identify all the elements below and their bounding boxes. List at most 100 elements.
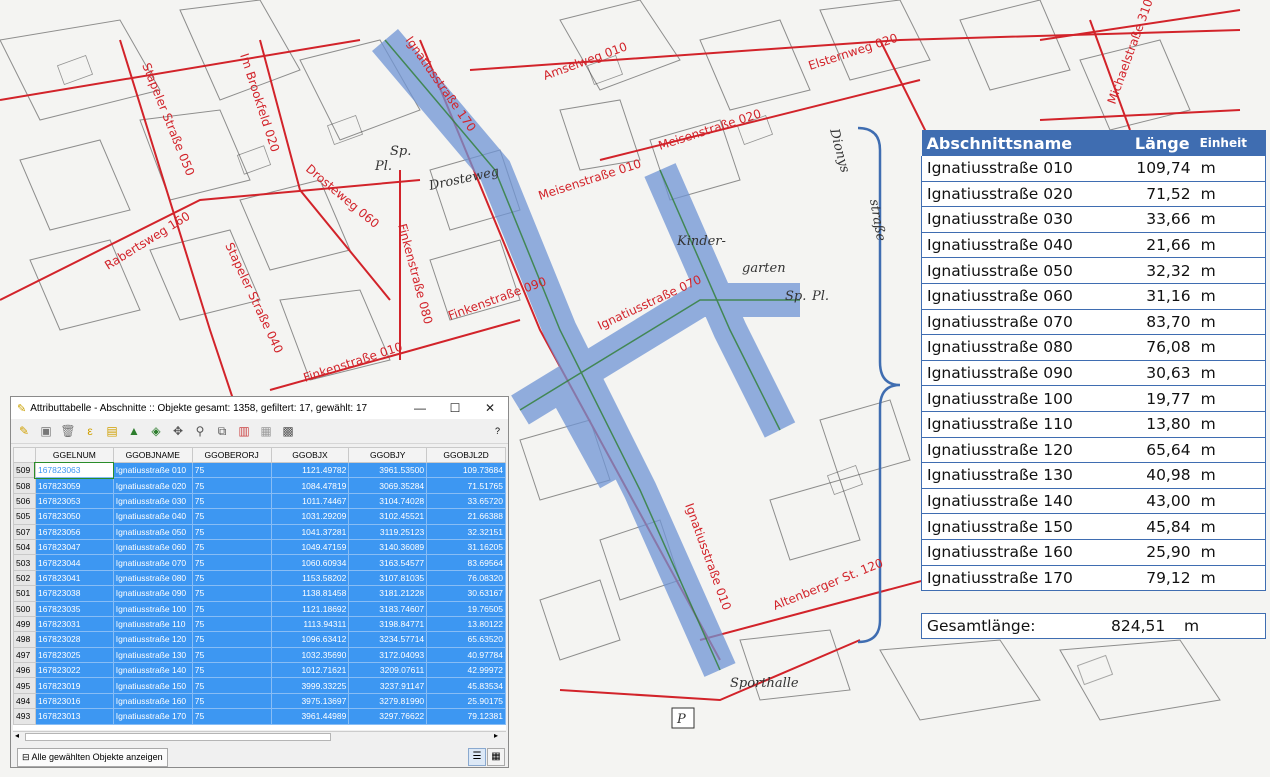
table-cell[interactable]: 3172.04093	[348, 646, 428, 664]
copy-icon[interactable]: ⧉	[213, 422, 231, 440]
table-cell[interactable]: Ignatiusstraße 060	[112, 538, 193, 556]
table-cell[interactable]: 1096.63412	[270, 631, 350, 648]
table-cell[interactable]: 3107.81035	[348, 569, 428, 587]
column-header[interactable]: GGOBJX	[270, 447, 350, 463]
table-cell[interactable]: 167823022	[34, 662, 114, 679]
table-cell[interactable]: 3119.25123	[348, 523, 428, 540]
table-cell[interactable]: 167823025	[34, 646, 114, 664]
table-row[interactable]: 496 167823022 Ignatiusstraße 140 75 1012.716…	[13, 662, 506, 679]
table-cell[interactable]: 75	[191, 631, 272, 648]
table-cell[interactable]: 1041.37281	[270, 523, 350, 540]
table-cell[interactable]: 13.80122	[426, 615, 506, 633]
table-cell[interactable]: 3999.33225	[270, 677, 350, 694]
window-titlebar[interactable]: ✎ Attributtabelle - Abschnitte :: Objekt…	[11, 397, 508, 419]
help-button[interactable]: ?	[495, 426, 500, 436]
table-cell[interactable]: 3961.44989	[270, 708, 350, 725]
table-row[interactable]: 504 167823047 Ignatiusstraße 060 75 1049.471…	[13, 538, 506, 556]
table-cell[interactable]: 83.69564	[426, 554, 506, 571]
new-field-icon[interactable]: ▥	[235, 422, 253, 440]
row-number[interactable]: 509	[13, 461, 36, 479]
scroll-right-icon[interactable]: ▸	[494, 731, 498, 740]
table-cell[interactable]: Ignatiusstraße 100	[112, 600, 193, 617]
table-cell[interactable]: 167823041	[34, 569, 114, 587]
row-number[interactable]: 505	[13, 508, 36, 525]
table-row[interactable]: 495 167823019 Ignatiusstraße 150 75 3999.332…	[13, 677, 506, 694]
table-row[interactable]: 506 167823053 Ignatiusstraße 030 75 1011.744…	[13, 492, 506, 510]
table-row[interactable]: 498 167823028 Ignatiusstraße 120 75 1096.634…	[13, 631, 506, 648]
zoom-to-selection-icon[interactable]: ⚲	[191, 422, 209, 440]
table-cell[interactable]: Ignatiusstraße 170	[112, 708, 193, 725]
table-cell[interactable]: 167823019	[34, 677, 114, 694]
table-cell[interactable]: 1121.18692	[270, 600, 350, 617]
table-cell[interactable]: Ignatiusstraße 090	[112, 585, 193, 602]
delete-field-icon[interactable]: ▦	[257, 422, 275, 440]
table-cell[interactable]: 3279.81990	[348, 692, 428, 710]
table-cell[interactable]: 42.99972	[426, 662, 506, 679]
minimize-button[interactable]: —	[402, 397, 438, 419]
table-cell[interactable]: 40.97784	[426, 646, 506, 664]
table-cell[interactable]: 45.83534	[426, 677, 506, 694]
table-cell[interactable]: 3237.91147	[348, 677, 428, 694]
table-row[interactable]: 493 167823013 Ignatiusstraße 170 75 3961.449…	[13, 708, 506, 725]
attribute-grid[interactable]: GGELNUM GGOBJNAME GGOBERORJ GGOBJX GGOBJY GGO…	[13, 447, 506, 730]
table-row[interactable]: 502 167823041 Ignatiusstraße 080 75 1153.582…	[13, 569, 506, 587]
table-cell[interactable]: 1121.49782	[270, 461, 350, 479]
table-cell[interactable]: 75	[191, 615, 272, 633]
table-cell[interactable]: 75	[191, 677, 272, 694]
table-cell[interactable]: Ignatiusstraße 070	[112, 554, 193, 571]
table-cell[interactable]: Ignatiusstraße 110	[112, 615, 193, 633]
table-cell[interactable]: 75	[191, 492, 272, 510]
row-number[interactable]: 502	[13, 569, 36, 587]
filter-selected-button[interactable]: ⊟ Alle gewählten Objekte anzeigen	[17, 748, 168, 767]
table-cell[interactable]: 167823047	[34, 538, 114, 556]
table-cell[interactable]: 75	[191, 538, 272, 556]
table-row[interactable]: 500 167823035 Ignatiusstraße 100 75 1121.186…	[13, 600, 506, 617]
table-cell[interactable]: Ignatiusstraße 050	[112, 523, 193, 540]
table-cell[interactable]: 21.66388	[426, 508, 506, 525]
table-cell[interactable]: 1011.74467	[270, 492, 350, 510]
table-cell[interactable]: 71.51765	[426, 477, 506, 494]
row-number[interactable]: 508	[13, 477, 36, 494]
table-cell[interactable]: 167823059	[34, 477, 114, 494]
field-calculator-icon[interactable]: ▩	[279, 422, 297, 440]
table-cell[interactable]: 167823013	[34, 708, 114, 725]
row-number[interactable]: 501	[13, 585, 36, 602]
table-cell[interactable]: 109.73684	[426, 461, 506, 479]
table-cell[interactable]: Ignatiusstraße 160	[112, 692, 193, 710]
table-cell[interactable]: Ignatiusstraße 010	[112, 461, 193, 479]
table-cell[interactable]: 167823035	[34, 600, 114, 617]
table-cell[interactable]: 1138.81458	[270, 585, 350, 602]
table-cell[interactable]: 75	[191, 600, 272, 617]
table-cell[interactable]: 75	[191, 523, 272, 540]
pan-to-selection-icon[interactable]: ✥	[169, 422, 187, 440]
row-number[interactable]: 496	[13, 662, 36, 679]
table-cell[interactable]: 1153.58202	[270, 569, 350, 587]
table-cell[interactable]: 3297.76622	[348, 708, 428, 725]
table-cell[interactable]: 1113.94311	[270, 615, 350, 633]
table-row[interactable]: 507 167823056 Ignatiusstraße 050 75 1041.372…	[13, 523, 506, 540]
column-header[interactable]: GGOBJL2D	[426, 447, 506, 463]
table-view-icon[interactable]: ☰	[468, 748, 486, 766]
table-cell[interactable]: Ignatiusstraße 140	[112, 662, 193, 679]
table-row[interactable]: 501 167823038 Ignatiusstraße 090 75 1138.814…	[13, 585, 506, 602]
horizontal-scrollbar[interactable]: ◂ ▸	[13, 731, 506, 743]
save-icon[interactable]: ▣	[37, 422, 55, 440]
row-number[interactable]: 504	[13, 538, 36, 556]
table-cell[interactable]: 167823044	[34, 554, 114, 571]
row-number[interactable]: 500	[13, 600, 36, 617]
table-cell[interactable]: 75	[191, 585, 272, 602]
table-cell[interactable]: Ignatiusstraße 020	[112, 477, 193, 494]
table-cell[interactable]: 75	[191, 662, 272, 679]
expression-select-icon[interactable]: ε	[81, 422, 99, 440]
scrollbar-thumb[interactable]	[25, 733, 331, 741]
table-cell[interactable]: 75	[191, 708, 272, 725]
table-row[interactable]: 509 167823063 Ignatiusstraße 010 75 1121.497…	[13, 461, 506, 479]
table-cell[interactable]: 3975.13697	[270, 692, 350, 710]
table-cell[interactable]: 1012.71621	[270, 662, 350, 679]
table-cell[interactable]: 167823056	[34, 523, 114, 540]
table-cell[interactable]: 25.90175	[426, 692, 506, 710]
table-cell[interactable]: 75	[191, 508, 272, 525]
table-cell[interactable]: 167823038	[34, 585, 114, 602]
table-cell[interactable]: Ignatiusstraße 150	[112, 677, 193, 694]
table-cell[interactable]: 1060.60934	[270, 554, 350, 571]
